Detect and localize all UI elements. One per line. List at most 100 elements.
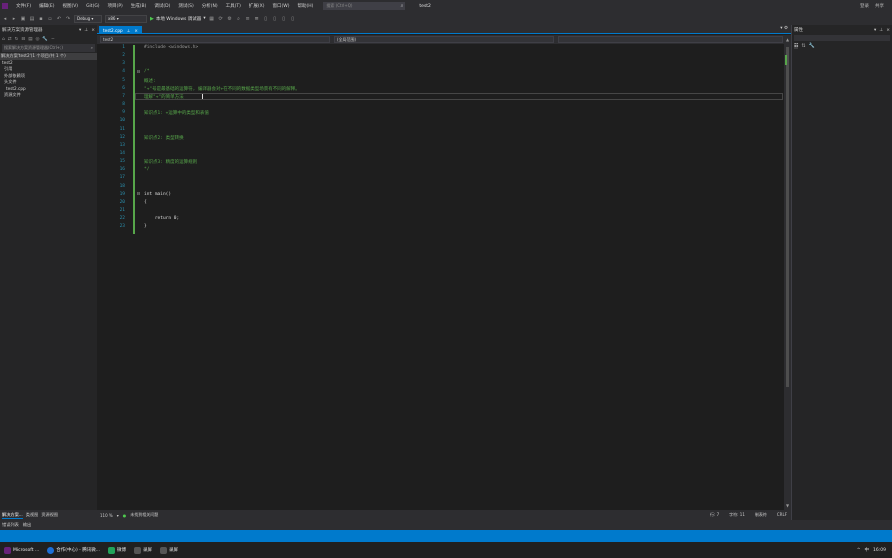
start-debugging-button[interactable]: ▶ 本地 Windows 调试器 ▾ [150, 16, 206, 22]
panel-dropdown-icon[interactable]: ▾ [874, 28, 876, 33]
global-scope-select[interactable]: (全局范围) [334, 36, 554, 43]
comment-icon[interactable]: ≡ [245, 16, 251, 22]
issues-status[interactable]: 未找到相关问题 [130, 512, 158, 518]
taskbar-item-recorder-1[interactable]: 录屏 [130, 542, 156, 558]
tab-error-list[interactable]: 错误列表 [2, 522, 19, 528]
menu-extensions[interactable]: 扩展(X) [245, 3, 269, 9]
tray-expand-icon[interactable]: ^ [857, 548, 861, 553]
tab-solution-explorer[interactable]: 解决方案... [2, 512, 23, 519]
menu-debug[interactable]: 调试(D) [150, 3, 174, 9]
menu-project[interactable]: 项目(P) [104, 3, 127, 9]
close-icon[interactable]: × [886, 28, 890, 33]
menu-tools[interactable]: 工具(T) [222, 3, 245, 9]
save-all-icon[interactable]: ▫ [47, 16, 53, 22]
open-icon[interactable]: ▤ [29, 16, 35, 22]
show-all-files-icon[interactable]: ▤ [28, 37, 32, 42]
zoom-level[interactable]: 110 % [100, 513, 113, 518]
find-icon[interactable]: ⌕ [236, 16, 242, 22]
home-icon[interactable]: ⌂ [2, 37, 5, 42]
scroll-down-icon[interactable]: ▼ [784, 503, 791, 508]
sync-icon[interactable]: ⇄ [8, 37, 12, 42]
filter-icon[interactable]: − [51, 37, 55, 42]
fold-toggle-main-icon[interactable]: ⊟ [137, 191, 140, 197]
chevron-down-icon[interactable]: ▾ [203, 16, 205, 21]
menu-help[interactable]: 帮助(H) [294, 3, 318, 9]
tab-list-dropdown-icon[interactable]: ▾ ⚙ [780, 26, 788, 31]
menu-file[interactable]: 文件(F) [12, 3, 35, 9]
close-icon[interactable]: × [134, 28, 138, 33]
code-line[interactable]: return 0; [144, 216, 179, 221]
back-icon[interactable]: ◂ [2, 16, 8, 22]
search-input[interactable]: 搜索 (Ctrl+Q) ⌕ [323, 2, 406, 10]
menu-window[interactable]: 窗口(W) [269, 3, 294, 9]
tree-item-resource-files[interactable]: 资源文件 [0, 92, 97, 99]
settings-icon[interactable]: ⚙ [227, 16, 233, 22]
pin-icon[interactable]: ⊥ [879, 28, 883, 33]
tab-test2-cpp[interactable]: test2.cpp ⊥ × [99, 26, 142, 34]
project-scope-select[interactable]: test2 [100, 36, 330, 43]
clock[interactable]: 16:09 [873, 548, 886, 553]
line-indicator[interactable]: 行: 7 [710, 512, 719, 518]
bookmark-icon[interactable]: ▯ [263, 16, 269, 22]
code-line[interactable]: */ [144, 167, 149, 172]
code-line[interactable]: 概述: [144, 78, 156, 84]
close-icon[interactable]: × [91, 28, 95, 33]
undo-icon[interactable]: ↶ [56, 16, 62, 22]
tab-resource-view[interactable]: 资源视图 [41, 512, 58, 518]
fold-toggle-comment-icon[interactable]: ⊟ [137, 69, 140, 75]
taskbar-item-visual-studio[interactable]: Microsoft ... [0, 542, 43, 558]
menu-test[interactable]: 测试(S) [174, 3, 197, 9]
char-indicator[interactable]: 字符: 11 [729, 512, 745, 518]
alphabetical-icon[interactable]: ⇅ [801, 43, 805, 49]
editor-vertical-scrollbar[interactable]: ▲ ▼ [784, 35, 791, 510]
solution-search-input[interactable]: 搜索解决方案资源管理器(Ctrl+;) ⌕ [2, 44, 95, 52]
input-method-indicator[interactable]: 中 [865, 547, 870, 553]
taskbar-item-weibo[interactable]: 微博 [104, 542, 130, 558]
code-line[interactable]: 理解"+"的简单方法 [144, 94, 184, 100]
menu-edit[interactable]: 编辑(E) [35, 3, 58, 9]
code-editor[interactable]: 1 2 3 4 5 6 7 8 9 10 11 12 13 14 15 16 17 18 19 20 21 22 23 #i… [97, 44, 784, 510]
chevron-down-icon[interactable]: ▾ [117, 513, 119, 518]
scroll-up-icon[interactable]: ▲ [784, 37, 791, 42]
properties-icon[interactable]: 🔧 [42, 37, 48, 42]
categorized-icon[interactable]: ☷ [794, 43, 799, 49]
save-icon[interactable]: ▪ [38, 16, 44, 22]
search-icon[interactable]: ⌕ [91, 45, 93, 50]
taskbar-item-browser[interactable]: 合作(中心) - 腾讯微... [43, 542, 104, 558]
code-line[interactable]: 知识点3: 精度的运算规则 [144, 159, 197, 165]
bookmark-clear-icon[interactable]: ▯ [290, 16, 296, 22]
menu-view[interactable]: 视图(V) [58, 3, 82, 9]
code-line[interactable]: 知识点1: +运算中的类型和表值 [144, 110, 209, 116]
code-line[interactable]: "+"号是最基础的运算符, 编译器会对+在不同的数据类型场景有不同的解释。 [144, 86, 300, 92]
taskbar-item-recorder-2[interactable]: 录屏 [156, 542, 182, 558]
visual-studio-logo-icon[interactable] [2, 3, 8, 9]
menu-git[interactable]: Git(G) [82, 4, 104, 9]
refresh-icon[interactable]: ↻ [15, 37, 19, 42]
redo-icon[interactable]: ↷ [65, 16, 71, 22]
share-button[interactable]: 共享 [875, 3, 884, 9]
tab-output[interactable]: 输出 [23, 522, 31, 528]
scroll-thumb[interactable] [786, 47, 789, 387]
folder-icon[interactable]: ▦ [209, 16, 215, 22]
bookmark-next-icon[interactable]: ▯ [272, 16, 278, 22]
tab-class-view[interactable]: 类视图 [26, 512, 39, 518]
menu-analyze[interactable]: 分析(N) [198, 3, 222, 9]
tab-mode-indicator[interactable]: 制表符 [755, 512, 767, 518]
code-line[interactable]: int main() [144, 192, 171, 197]
bookmark-prev-icon[interactable]: ▯ [281, 16, 287, 22]
hot-reload-icon[interactable]: ⟳ [218, 16, 224, 22]
member-select[interactable] [558, 36, 783, 43]
forward-icon[interactable]: ▸ [11, 16, 17, 22]
code-line[interactable]: } [144, 224, 147, 229]
code-line[interactable]: /* [144, 69, 149, 74]
collapse-all-icon[interactable]: ⊟ [21, 37, 25, 42]
search-icon[interactable]: ⌕ [401, 3, 404, 9]
sign-in-link[interactable]: 登录 [860, 3, 869, 9]
code-line[interactable]: #include <windows.h> [144, 45, 198, 50]
platform-select[interactable]: x86 ▾ [105, 14, 147, 23]
configuration-select[interactable]: Debug ▾ [74, 14, 102, 23]
new-project-icon[interactable]: ▣ [20, 16, 26, 22]
property-pages-icon[interactable]: 🔧 [809, 43, 815, 49]
code-line[interactable]: 知识点2: 类型转换 [144, 135, 184, 141]
pin-icon[interactable]: ⊥ [84, 28, 88, 33]
